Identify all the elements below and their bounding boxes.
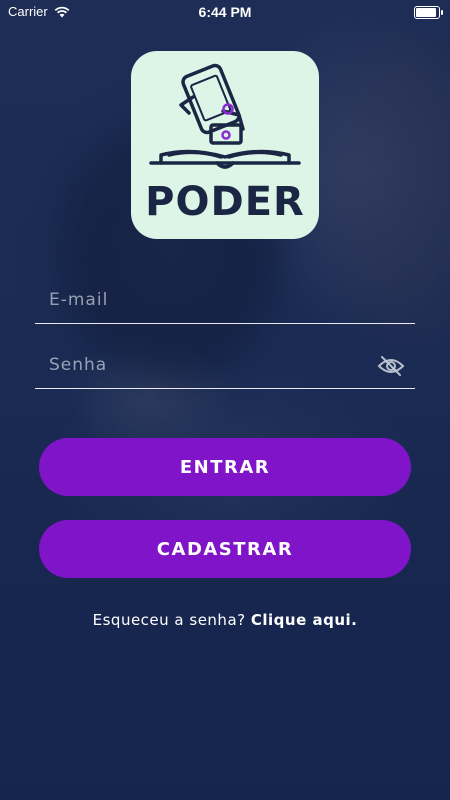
app-logo: PODER <box>131 51 319 239</box>
forgot-password-link[interactable]: Clique aqui. <box>251 611 357 629</box>
email-field[interactable] <box>35 279 415 324</box>
signup-button[interactable]: CADASTRAR <box>39 520 411 578</box>
email-input[interactable] <box>47 289 371 311</box>
forgot-password-text: Esqueceu a senha? <box>92 611 246 629</box>
battery-icon <box>414 6 443 19</box>
password-input[interactable] <box>47 354 371 376</box>
login-button[interactable]: ENTRAR <box>39 438 411 496</box>
status-time: 6:44 PM <box>198 4 252 20</box>
status-bar: Carrier 6:44 PM <box>0 0 450 24</box>
eye-off-icon[interactable] <box>377 354 405 378</box>
forgot-password: Esqueceu a senha? Clique aqui. <box>0 611 450 629</box>
password-field[interactable] <box>35 344 415 389</box>
logo-text: PODER <box>145 179 305 225</box>
